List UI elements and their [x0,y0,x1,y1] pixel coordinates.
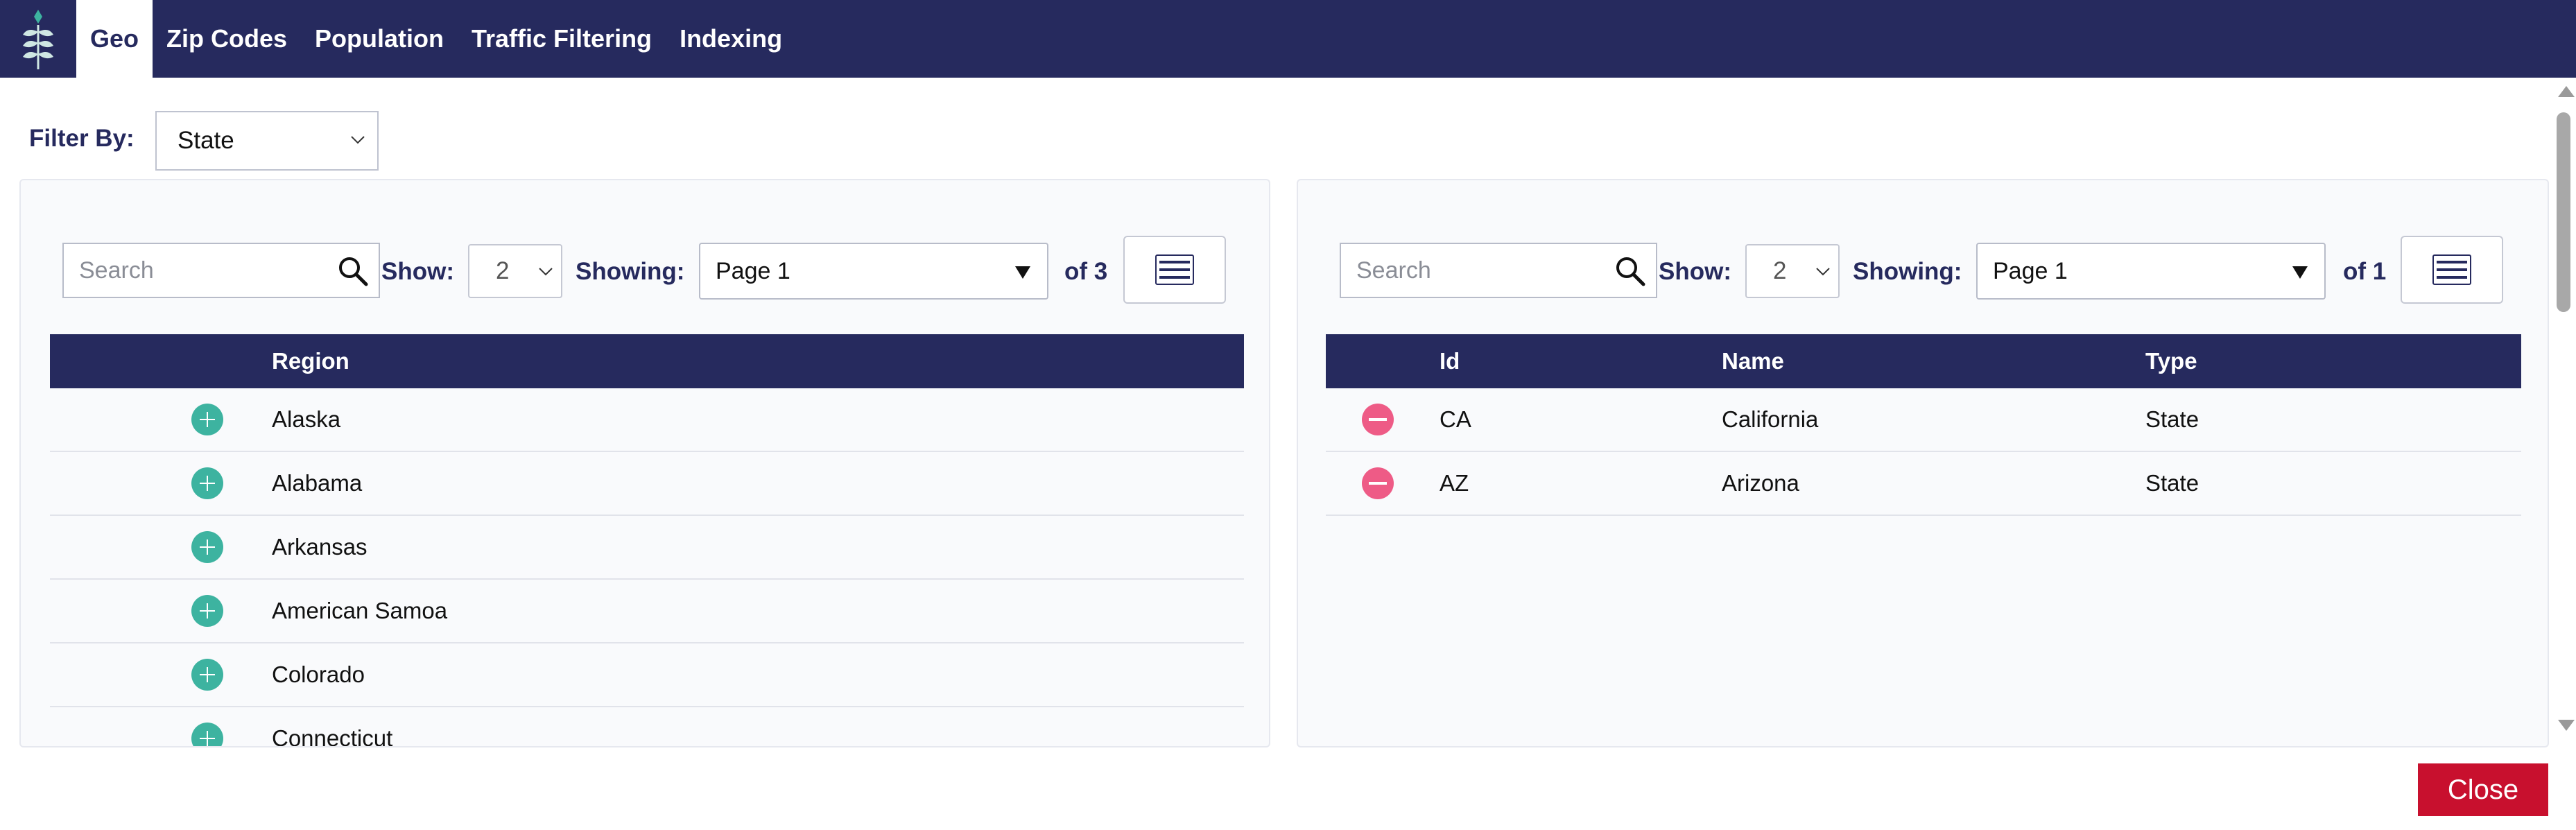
left-search-input[interactable]: Search [62,243,380,298]
left-showing-label: Showing: [576,258,685,285]
table-row: Colorado [50,643,1244,707]
top-nav: Geo Zip Codes Population Traffic Filteri… [0,0,2576,78]
right-columns-menu-button[interactable] [2401,236,2503,304]
left-page-select[interactable]: Page 1 [699,243,1048,300]
column-header-region[interactable]: Region [272,348,349,374]
table-row: Alaska [50,388,1244,452]
hamburger-icon [1155,254,1194,285]
search-icon[interactable] [334,252,373,291]
geo-dialog: Geo Zip Codes Population Traffic Filteri… [0,0,2576,830]
left-page-value: Page 1 [716,257,790,284]
brand-logo-icon [0,0,76,78]
left-page-size-value: 2 [496,257,510,284]
tab-traffic-filtering[interactable]: Traffic Filtering [458,0,666,78]
right-search-placeholder: Search [1356,257,1431,284]
caret-down-icon [2292,266,2308,279]
right-search-input[interactable]: Search [1340,243,1657,298]
remove-icon[interactable] [1362,467,1394,499]
table-row: Connecticut [50,707,1244,747]
table-row: CA California State [1326,388,2521,452]
filter-by-value: State [178,127,234,154]
close-button[interactable]: Close [2418,763,2548,816]
search-icon[interactable] [1611,252,1650,291]
id-cell: CA [1440,406,1471,432]
tab-geo[interactable]: Geo [76,0,153,78]
scroll-up-icon[interactable] [2558,86,2575,97]
left-page-size-select[interactable]: 2 [468,244,562,298]
left-search-placeholder: Search [79,257,154,284]
right-page-size-value: 2 [1773,257,1787,284]
tab-zip-codes[interactable]: Zip Codes [153,0,301,78]
filter-by-label: Filter By: [29,125,135,152]
filter-by-select[interactable]: State [155,111,379,171]
add-icon[interactable] [191,404,223,435]
right-page-size-select[interactable]: 2 [1745,244,1840,298]
id-cell: AZ [1440,470,1469,496]
selected-regions-panel: Search Show: 2 Showing: Page 1 of 1 Id N… [1297,179,2549,747]
type-cell: State [2145,470,2199,496]
right-page-count: of 1 [2343,258,2387,285]
name-cell: Arizona [1722,470,1799,496]
left-show-label: Show: [381,258,454,285]
add-icon[interactable] [191,723,223,746]
chevron-down-icon [351,136,365,144]
table-row: American Samoa [50,580,1244,643]
vertical-scrollbar[interactable] [2550,78,2576,740]
left-table-header: Region [50,334,1244,388]
tab-population[interactable]: Population [301,0,458,78]
right-showing-label: Showing: [1853,258,1962,285]
scrollbar-thumb[interactable] [2557,112,2570,312]
remove-icon[interactable] [1362,404,1394,435]
column-header-name[interactable]: Name [1722,348,1784,374]
left-page-count: of 3 [1064,258,1108,285]
region-cell: Colorado [272,662,365,687]
hamburger-icon [2432,254,2471,285]
name-cell: California [1722,406,1819,432]
right-table-header: Id Name Type [1326,334,2521,388]
chevron-down-icon [539,268,553,276]
right-show-label: Show: [1659,258,1731,285]
scroll-down-icon[interactable] [2558,720,2575,731]
add-icon[interactable] [191,659,223,691]
chevron-down-icon [1816,268,1830,276]
table-row: Arkansas [50,516,1244,580]
caret-down-icon [1015,266,1030,279]
column-header-type[interactable]: Type [2145,348,2197,374]
tab-indexing[interactable]: Indexing [666,0,796,78]
table-row: AZ Arizona State [1326,452,2521,516]
region-cell: Arkansas [272,534,368,560]
add-icon[interactable] [191,595,223,627]
region-cell: Connecticut [272,725,393,747]
right-page-select[interactable]: Page 1 [1976,243,2326,300]
region-cell: Alaska [272,406,341,432]
add-icon[interactable] [191,531,223,563]
left-columns-menu-button[interactable] [1123,236,1226,304]
add-icon[interactable] [191,467,223,499]
column-header-id[interactable]: Id [1440,348,1460,374]
table-row: Alabama [50,452,1244,516]
region-cell: American Samoa [272,598,448,623]
available-regions-panel: Search Show: 2 Showing: Page 1 of 3 Regi… [19,179,1270,747]
right-page-value: Page 1 [1993,257,2068,284]
type-cell: State [2145,406,2199,432]
region-cell: Alabama [272,470,363,496]
